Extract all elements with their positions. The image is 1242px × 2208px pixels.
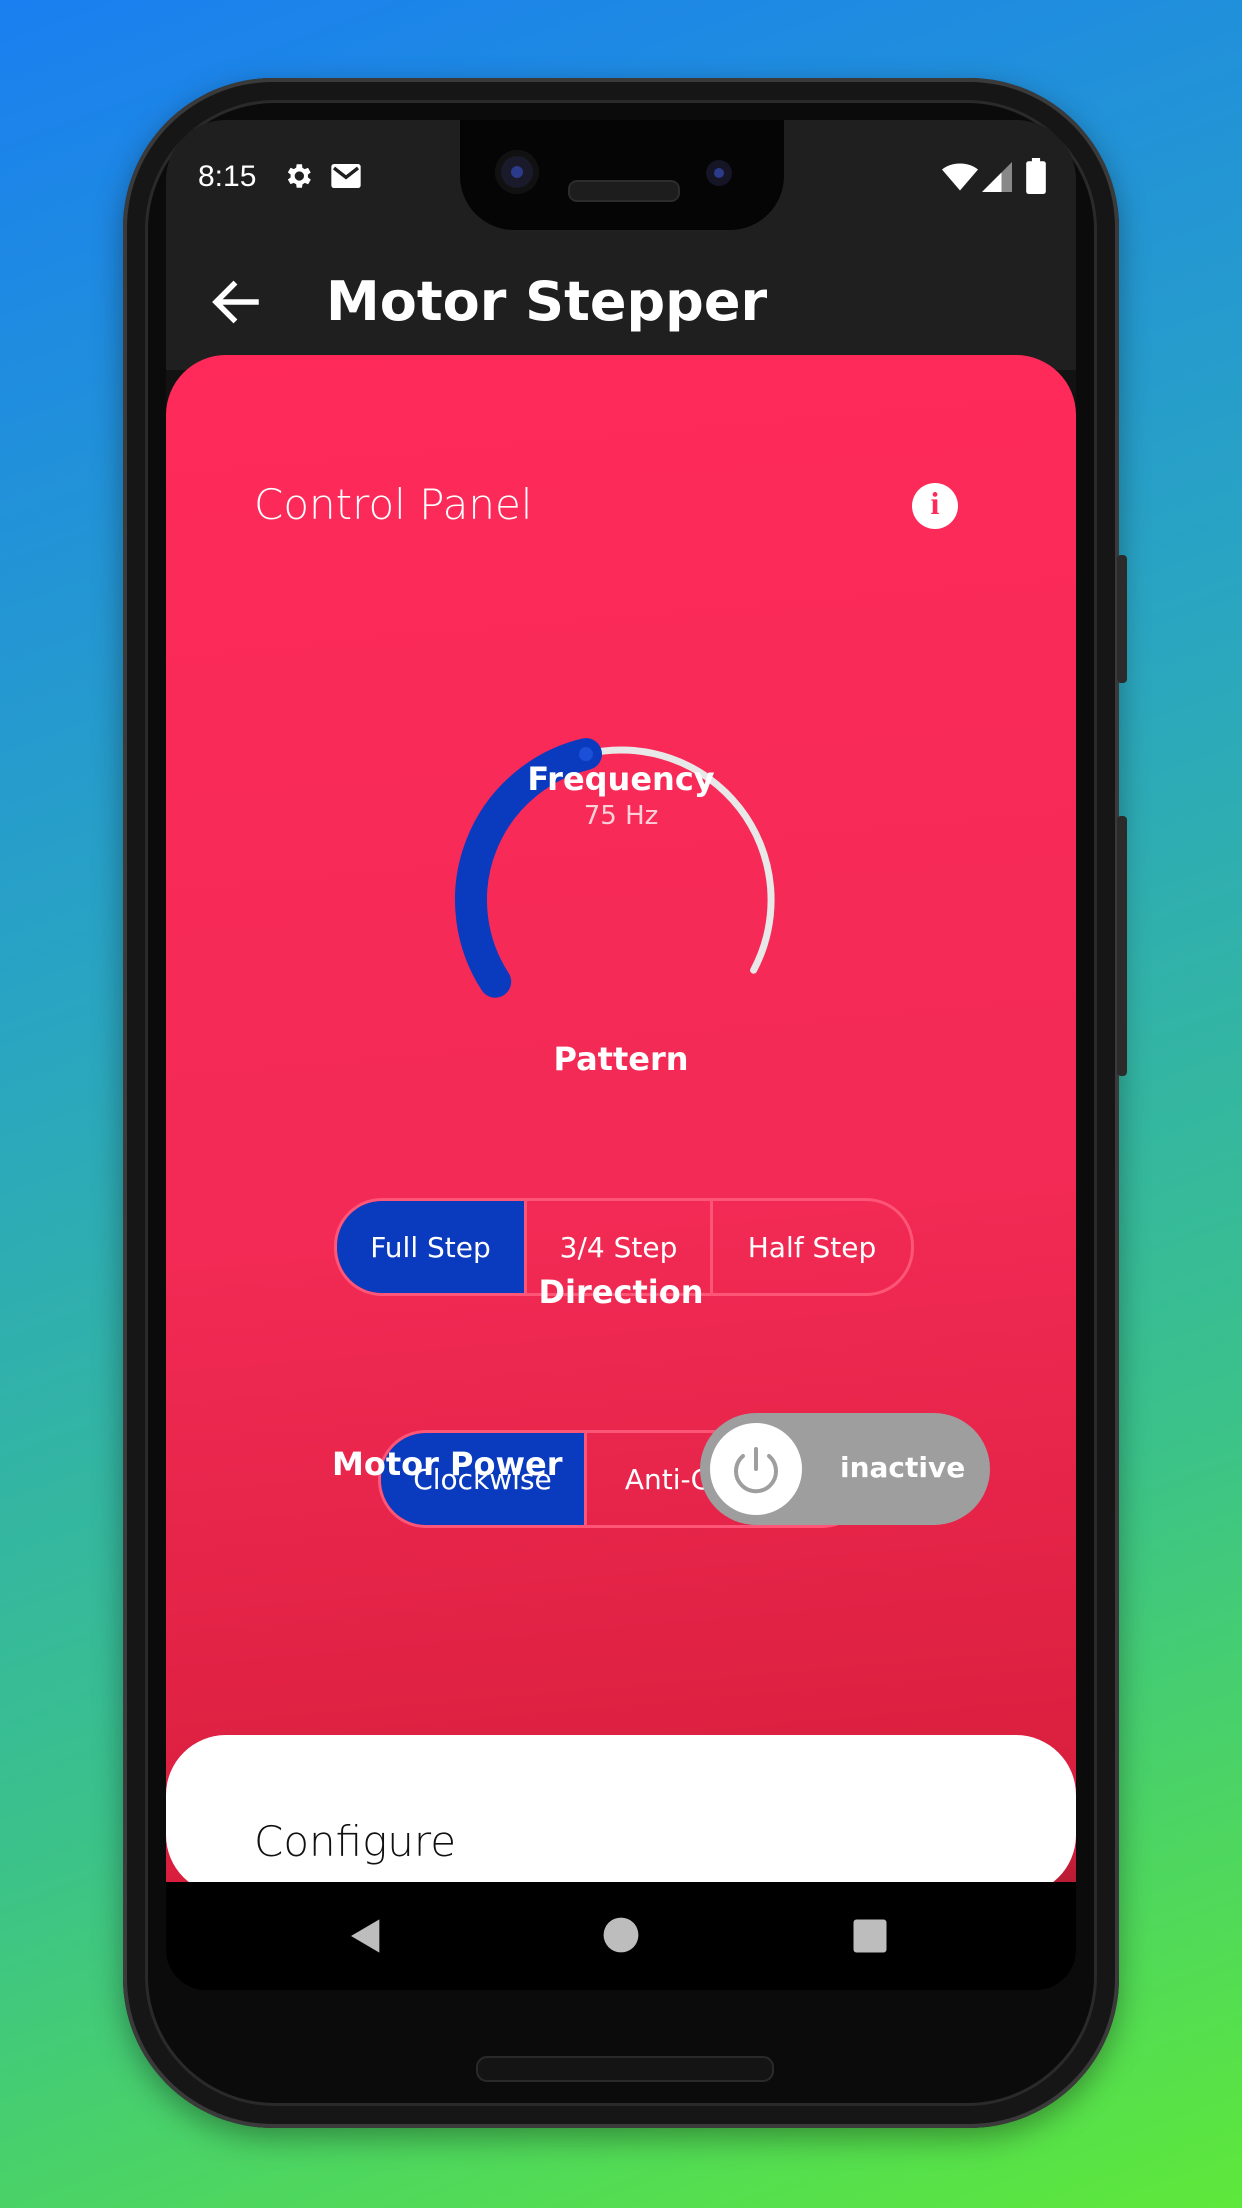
- power-side-button: [1117, 555, 1127, 683]
- wifi-icon: [942, 162, 978, 196]
- motor-power-state: inactive: [840, 1451, 966, 1484]
- frequency-label: Frequency: [527, 760, 715, 798]
- settings-icon: [282, 160, 314, 196]
- pattern-label: Pattern: [553, 1040, 689, 1078]
- motor-power-toggle[interactable]: inactive: [700, 1413, 990, 1525]
- power-toggle-knob[interactable]: [710, 1423, 802, 1515]
- back-triangle-icon[interactable]: [346, 1916, 386, 1960]
- camera-notch: [460, 120, 784, 230]
- recents-square-icon[interactable]: [852, 1918, 888, 1958]
- gmail-icon: [330, 162, 362, 194]
- status-bar: 8:15: [166, 120, 1076, 230]
- page-title: Motor Stepper: [326, 270, 768, 333]
- device-home-bar: [476, 2056, 774, 2082]
- arrow-left-icon[interactable]: [206, 272, 266, 332]
- system-nav-bar: [166, 1882, 1076, 1990]
- configure-bottom-sheet[interactable]: Configure: [166, 1735, 1076, 1895]
- app-bar: Motor Stepper: [166, 230, 1076, 370]
- info-glyph: i: [930, 485, 940, 521]
- home-circle-icon[interactable]: [602, 1916, 640, 1958]
- control-panel-card: Control Panel i Frequency 75 Hz Pattern …: [166, 355, 1076, 1915]
- signal-icon: [982, 162, 1012, 196]
- info-icon[interactable]: i: [912, 483, 958, 529]
- front-sensor: [706, 160, 732, 186]
- frequency-value: 75 Hz: [583, 801, 659, 831]
- direction-label: Direction: [538, 1273, 704, 1311]
- front-camera: [495, 150, 539, 194]
- status-time: 8:15: [198, 160, 257, 193]
- volume-side-button: [1117, 816, 1127, 1076]
- power-icon: [734, 1447, 778, 1494]
- configure-title: Configure: [254, 1817, 457, 1866]
- battery-icon: [1026, 158, 1046, 198]
- screen: 8:15 Motor Stepper Control Panel i Frequ…: [166, 120, 1076, 1990]
- earpiece-speaker: [568, 180, 680, 202]
- control-panel-title: Control Panel: [254, 480, 533, 529]
- motor-power-label: Motor Power: [332, 1445, 563, 1483]
